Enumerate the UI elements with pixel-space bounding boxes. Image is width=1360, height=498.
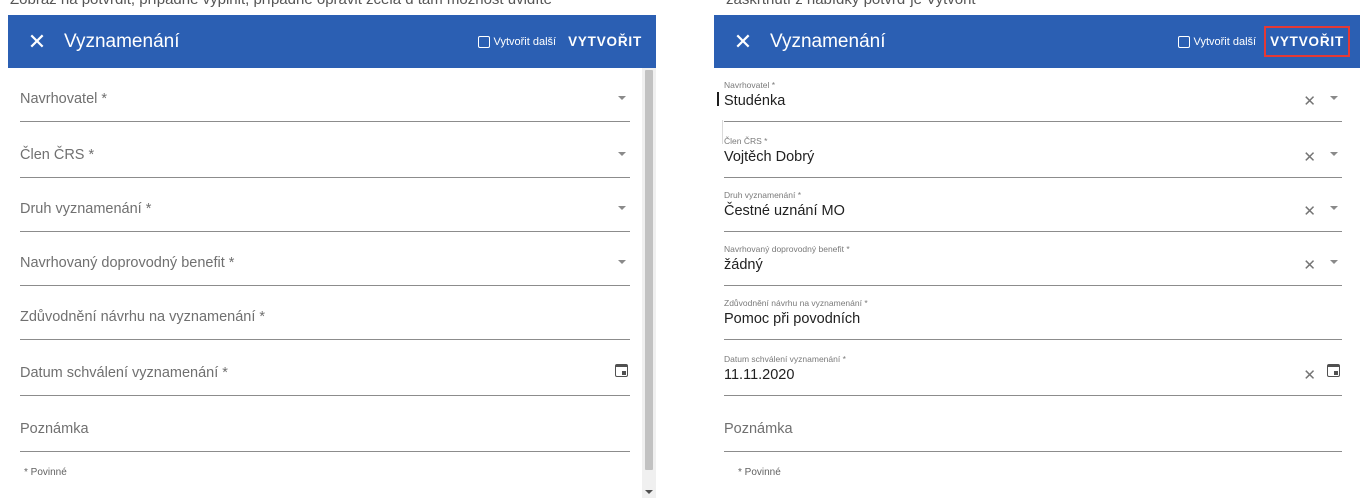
scrollbar[interactable] bbox=[642, 68, 656, 498]
create-button[interactable]: VYTVOŘIT bbox=[564, 26, 646, 57]
benefit-placeholder: Navrhovaný doprovodný benefit * bbox=[20, 255, 235, 271]
calendar-icon[interactable] bbox=[615, 364, 628, 377]
note-placeholder: Poznámka bbox=[724, 421, 793, 437]
benefit-select[interactable]: Navrhovaný doprovodný benefit * žádný ✕ bbox=[724, 232, 1342, 286]
header-actions: Vytvořit další VYTVOŘIT bbox=[1177, 15, 1350, 68]
clear-icon[interactable]: ✕ bbox=[1303, 258, 1316, 273]
award-type-select[interactable]: Druh vyznamenání * Čestné uznání MO ✕ bbox=[724, 178, 1342, 232]
clear-icon[interactable]: ✕ bbox=[1303, 368, 1316, 383]
justification-input[interactable]: Zdůvodnění návrhu na vyznamenání * bbox=[20, 286, 630, 340]
note-input[interactable]: Poznámka bbox=[724, 398, 1342, 452]
calendar-icon[interactable] bbox=[1327, 364, 1340, 377]
chevron-down-icon[interactable] bbox=[1330, 96, 1338, 100]
member-label: Člen ČRS * bbox=[724, 136, 768, 146]
create-another-checkbox[interactable]: Vytvořit další bbox=[477, 35, 557, 48]
form-filled: Navrhovatel * Studénka ✕ Člen ČRS * Vojt… bbox=[724, 68, 1342, 498]
justification-label: Zdůvodnění návrhu na vyznamenání * bbox=[724, 298, 868, 308]
dialog-title: Vyznamenání bbox=[770, 31, 886, 52]
scroll-down-icon[interactable] bbox=[645, 490, 653, 494]
chevron-down-icon[interactable] bbox=[1330, 260, 1338, 264]
create-button[interactable]: VYTVOŘIT bbox=[1264, 26, 1350, 57]
approval-date-placeholder: Datum schválení vyznamenání * bbox=[20, 365, 228, 381]
note-input[interactable]: Poznámka bbox=[20, 398, 630, 452]
award-type-label: Druh vyznamenání * bbox=[724, 190, 802, 200]
close-icon[interactable]: ✕ bbox=[728, 27, 758, 57]
checkbox-icon[interactable] bbox=[1177, 35, 1190, 48]
chevron-down-icon[interactable] bbox=[618, 206, 626, 210]
header-actions: Vytvořit další VYTVOŘIT bbox=[477, 15, 646, 68]
clear-icon[interactable]: ✕ bbox=[1303, 94, 1316, 109]
background-text-strip: Zobraz na potvrdit, případně vyplnit, př… bbox=[0, 0, 659, 15]
scrollbar-thumb[interactable] bbox=[645, 70, 653, 470]
chevron-down-icon[interactable] bbox=[618, 96, 626, 100]
background-text: Zobraz na potvrdit, případně vyplnit, př… bbox=[10, 0, 552, 8]
checkbox-icon[interactable] bbox=[477, 35, 490, 48]
award-type-value: Čestné uznání MO bbox=[724, 203, 845, 219]
member-placeholder: Člen ČRS * bbox=[20, 147, 95, 163]
clear-icon[interactable]: ✕ bbox=[1303, 204, 1316, 219]
benefit-value: žádný bbox=[724, 257, 763, 273]
member-value: Vojtěch Dobrý bbox=[724, 149, 815, 165]
proposer-value: Studénka bbox=[724, 93, 786, 109]
close-icon[interactable]: ✕ bbox=[22, 27, 52, 57]
approval-date-label: Datum schválení vyznamenání * bbox=[724, 354, 846, 364]
form-empty: Navrhovatel * Člen ČRS * Druh vyznamenán… bbox=[8, 68, 642, 498]
proposer-select[interactable]: Navrhovatel * bbox=[20, 68, 630, 122]
member-select[interactable]: Člen ČRS * Vojtěch Dobrý ✕ bbox=[724, 124, 1342, 178]
member-select[interactable]: Člen ČRS * bbox=[20, 124, 630, 178]
chevron-down-icon[interactable] bbox=[1330, 206, 1338, 210]
award-type-placeholder: Druh vyznamenání * bbox=[20, 201, 152, 217]
justification-placeholder: Zdůvodnění návrhu na vyznamenání * bbox=[20, 309, 266, 325]
dialog-filled: zaškrtnutí z nabídky potvrď je Vytvořit … bbox=[706, 0, 1360, 498]
required-note: * Povinné bbox=[738, 467, 781, 478]
justification-value: Pomoc při povodních bbox=[724, 311, 861, 327]
create-another-label: Vytvořit další bbox=[1193, 35, 1257, 48]
background-text-strip: zaškrtnutí z nabídky potvrď je Vytvořit bbox=[706, 0, 1360, 15]
benefit-label: Navrhovaný doprovodný benefit * bbox=[724, 244, 850, 254]
justification-input[interactable]: Zdůvodnění návrhu na vyznamenání * Pomoc… bbox=[724, 286, 1342, 340]
benefit-select[interactable]: Navrhovaný doprovodný benefit * bbox=[20, 232, 630, 286]
dialog-empty: Zobraz na potvrdit, případně vyplnit, př… bbox=[0, 0, 659, 498]
proposer-label: Navrhovatel * bbox=[724, 80, 776, 90]
proposer-placeholder: Navrhovatel * bbox=[20, 91, 108, 107]
create-another-checkbox[interactable]: Vytvořit další bbox=[1177, 35, 1257, 48]
chevron-down-icon[interactable] bbox=[1330, 152, 1338, 156]
chevron-down-icon[interactable] bbox=[618, 260, 626, 264]
background-text: zaškrtnutí z nabídky potvrď je Vytvořit bbox=[726, 0, 976, 8]
approval-date-input[interactable]: Datum schválení vyznamenání * bbox=[20, 342, 630, 396]
approval-date-value: 11.11.2020 bbox=[724, 367, 795, 383]
approval-date-input[interactable]: Datum schválení vyznamenání * 11.11.2020… bbox=[724, 342, 1342, 396]
note-placeholder: Poznámka bbox=[20, 421, 89, 437]
required-note: * Povinné bbox=[24, 467, 67, 478]
dialog-header: ✕ Vyznamenání Vytvořit další VYTVOŘIT bbox=[8, 15, 656, 68]
chevron-down-icon[interactable] bbox=[618, 152, 626, 156]
create-another-label: Vytvořit další bbox=[493, 35, 557, 48]
dialog-header: ✕ Vyznamenání Vytvořit další VYTVOŘIT bbox=[714, 15, 1360, 68]
clear-icon[interactable]: ✕ bbox=[1303, 150, 1316, 165]
award-type-select[interactable]: Druh vyznamenání * bbox=[20, 178, 630, 232]
proposer-select[interactable]: Navrhovatel * Studénka ✕ bbox=[724, 68, 1342, 122]
dialog-title: Vyznamenání bbox=[64, 31, 180, 52]
